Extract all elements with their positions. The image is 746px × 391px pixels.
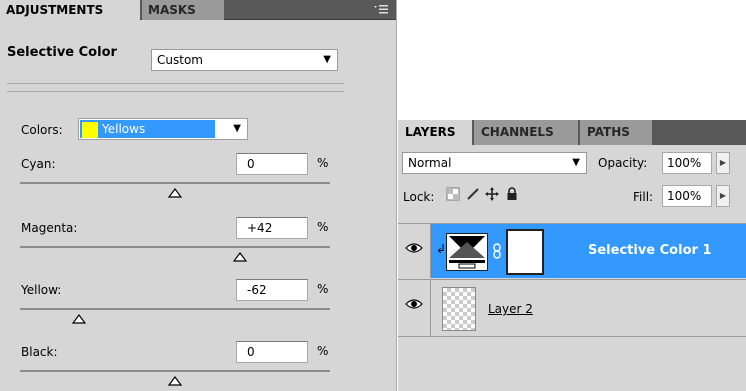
link-icon[interactable]: [492, 243, 502, 259]
tab-paths[interactable]: PATHS: [580, 120, 652, 145]
divider: [7, 83, 344, 84]
adjustments-panel: ADJUSTMENTS MASKS Selective Color Custom…: [0, 0, 397, 391]
colors-dropdown[interactable]: Yellows ▼: [78, 118, 248, 140]
chevron-down-icon: ▼: [572, 157, 580, 168]
adjustment-layer-thumbnail[interactable]: [446, 233, 488, 271]
magenta-slider-thumb[interactable]: [232, 251, 248, 262]
black-label: Black:: [21, 345, 58, 359]
lock-transparent-pixels-icon[interactable]: [446, 187, 460, 203]
percent-label: %: [317, 282, 329, 296]
colors-value: Yellows: [102, 122, 146, 136]
cyan-label: Cyan:: [21, 157, 56, 171]
colors-label: Colors:: [21, 123, 63, 137]
yellow-input[interactable]: -62: [236, 279, 308, 301]
yellow-label: Yellow:: [21, 283, 62, 297]
layer-thumbnail[interactable]: [442, 287, 476, 331]
black-input[interactable]: 0: [236, 341, 308, 363]
cyan-slider-thumb[interactable]: [167, 187, 183, 198]
visibility-toggle[interactable]: [398, 224, 431, 278]
tab-masks[interactable]: MASKS: [142, 0, 224, 20]
fill-label: Fill:: [633, 190, 654, 204]
layers-panel: LAYERS CHANNELS PATHS Normal ▼ Opacity: …: [398, 120, 746, 391]
chevron-down-icon: ▼: [323, 54, 331, 65]
fill-slider-button[interactable]: ▶: [716, 185, 730, 207]
lock-all-icon[interactable]: [505, 187, 519, 203]
divider: [7, 91, 344, 92]
lock-label: Lock:: [403, 190, 435, 204]
panel-menu-icon[interactable]: [372, 3, 390, 17]
black-slider-track[interactable]: [20, 370, 330, 372]
blend-mode-value: Normal: [408, 156, 452, 170]
opacity-label: Opacity:: [598, 156, 648, 170]
visibility-toggle[interactable]: [398, 280, 431, 336]
preset-value: Custom: [157, 53, 203, 67]
opacity-input[interactable]: 100%: [662, 152, 712, 174]
chevron-down-icon: ▼: [233, 123, 241, 134]
cyan-slider-track[interactable]: [20, 182, 330, 184]
black-slider-thumb[interactable]: [167, 375, 183, 386]
cyan-input[interactable]: 0: [236, 153, 308, 175]
layer-name[interactable]: Layer 2: [488, 302, 533, 316]
fill-input[interactable]: 100%: [662, 185, 712, 207]
magenta-slider-track[interactable]: [20, 246, 330, 248]
yellow-slider-track[interactable]: [20, 308, 330, 310]
blend-mode-dropdown[interactable]: Normal ▼: [402, 152, 587, 174]
lock-position-icon[interactable]: [485, 187, 499, 203]
magenta-input[interactable]: +42: [236, 217, 308, 239]
layer-mask-thumbnail[interactable]: [506, 229, 544, 275]
magenta-label: Magenta:: [21, 221, 78, 235]
tab-layers[interactable]: LAYERS: [398, 120, 472, 145]
opacity-slider-button[interactable]: ▶: [716, 152, 730, 174]
colors-selected-option: Yellows: [80, 120, 215, 138]
preset-dropdown[interactable]: Custom ▼: [151, 49, 338, 71]
layer-row-layer-2[interactable]: Layer 2: [398, 279, 746, 337]
layers-tabbar: LAYERS CHANNELS PATHS: [398, 120, 746, 145]
percent-label: %: [317, 220, 329, 234]
layer-row-selective-color[interactable]: ↲ Selective Color 1: [398, 223, 746, 278]
tab-adjustments[interactable]: ADJUSTMENTS: [0, 0, 140, 20]
adjustments-tabbar: ADJUSTMENTS MASKS: [0, 0, 396, 20]
lock-image-pixels-icon[interactable]: [466, 187, 480, 203]
percent-label: %: [317, 344, 329, 358]
eye-icon: [405, 299, 423, 309]
clipping-arrow-icon: ↲: [436, 242, 447, 256]
yellow-slider-thumb[interactable]: [71, 313, 87, 324]
percent-label: %: [317, 156, 329, 170]
eye-icon: [405, 243, 423, 253]
adjustment-title: Selective Color: [7, 45, 117, 60]
color-swatch: [82, 122, 98, 138]
tab-channels[interactable]: CHANNELS: [474, 120, 578, 145]
layer-name[interactable]: Selective Color 1: [588, 243, 712, 258]
